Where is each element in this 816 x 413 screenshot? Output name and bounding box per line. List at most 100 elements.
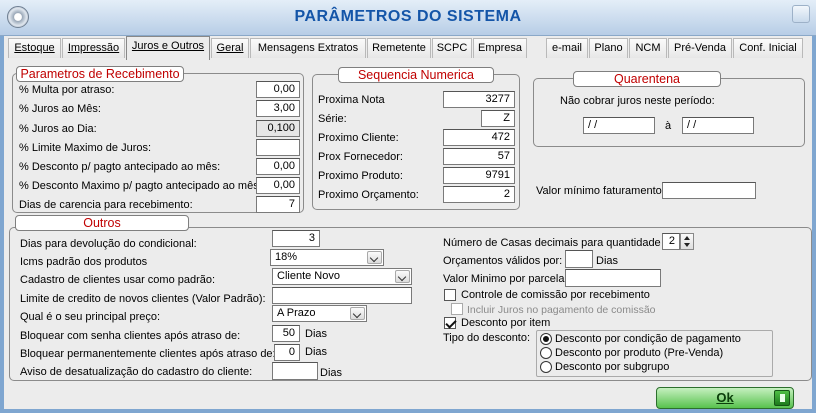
quarentena-separator: à (665, 120, 672, 132)
limite-credito-label: Limite de credito de novos clientes (Val… (20, 293, 266, 305)
tab-label: Mensagens Extratos (257, 42, 359, 54)
nota-field[interactable]: 3277 (443, 91, 515, 108)
tipo-option-label: Desconto por condição de pagamento (555, 333, 741, 345)
bloquear-senha-label: Bloquear com senha clientes após atraso … (20, 330, 241, 342)
multa-field[interactable]: 0,00 (256, 81, 300, 98)
cliente-label: Proximo Cliente: (318, 132, 399, 144)
bloquear-perm-label: Bloquear permanentemente clientes após a… (20, 348, 276, 360)
tab-estoque[interactable]: Estoque (8, 38, 61, 58)
juros-dia-label: % Juros ao Dia: (19, 123, 97, 135)
tab-label: Plano (594, 42, 623, 54)
preco-label: Qual é o seu principal preço: (20, 311, 161, 323)
tab-juros-e-outros[interactable]: Juros e Outros (126, 36, 210, 60)
ok-button[interactable]: Ok (656, 387, 794, 409)
fornecedor-field[interactable]: 57 (443, 148, 515, 165)
desconto-max-field[interactable]: 0,00 (256, 177, 300, 194)
serie-field[interactable]: Z (481, 110, 515, 127)
multa-label: % Multa por atraso: (19, 84, 115, 96)
icms-select[interactable]: 18% (270, 249, 384, 266)
bloquear-perm-field[interactable]: 0 (274, 344, 300, 361)
tab-remetente[interactable]: Remetente (367, 38, 431, 58)
casas-field[interactable]: 2 (662, 233, 680, 250)
exit-door-icon (774, 390, 790, 406)
controle-label: Controle de comissão por recebimento (461, 289, 650, 301)
tab-pre-venda[interactable]: Pré-Venda (668, 38, 732, 58)
desconto-item-label: Desconto por item (461, 317, 551, 329)
cadastro-select[interactable]: Cliente Novo (272, 268, 412, 285)
window-title: PARÂMETROS DO SISTEMA (294, 8, 522, 25)
desconto-field[interactable]: 0,00 (256, 158, 300, 175)
cadastro-label: Cadastro de clientes usar como padrão: (20, 274, 216, 286)
ok-label: Ok (716, 390, 734, 405)
tab-strip: Estoque Impressão Juros e Outros Geral M… (4, 36, 812, 60)
faturamento-field[interactable] (662, 182, 756, 199)
quarentena-date-from[interactable]: / / (583, 117, 655, 134)
orcamento-field[interactable]: 2 (443, 186, 515, 203)
tipo-label: Tipo do desconto: (443, 332, 531, 344)
limite-juros-label: % Limite Maximo de Juros: (19, 142, 152, 154)
valor-minimo-field[interactable] (565, 269, 661, 287)
tipo-radio-subgrupo[interactable] (540, 361, 552, 373)
icms-value: 18% (275, 251, 298, 263)
quarentena-title: Quarentena (573, 71, 721, 87)
aviso-unit: Dias (320, 367, 343, 379)
tab-scpc[interactable]: SCPC (432, 38, 472, 58)
juros-mes-field[interactable]: 3,00 (256, 100, 300, 117)
orcamentos-field[interactable] (565, 250, 593, 268)
incluir-label: Incluir Juros no pagamento de comissão (467, 304, 656, 316)
tab-label: Remetente (372, 42, 426, 54)
tab-label: NCM (635, 42, 661, 54)
nota-label: Proxima Nota (318, 94, 385, 106)
desconto-item-checkbox[interactable] (444, 317, 456, 329)
tipo-radio-condicao[interactable] (540, 333, 552, 345)
serie-label: Série: (318, 113, 347, 125)
tab-empresa[interactable]: Empresa (473, 38, 527, 58)
incluir-checkbox[interactable] (451, 303, 463, 315)
quarentena-date-to[interactable]: / / (682, 117, 754, 134)
icms-label: Icms padrão dos produtos (20, 256, 148, 268)
casas-label: Número de Casas decimais para quantidade (443, 237, 661, 249)
tab-label: Pré-Venda (674, 42, 726, 54)
window-button[interactable] (792, 5, 810, 23)
chevron-down-icon (350, 307, 365, 320)
produto-field[interactable]: 9791 (443, 167, 515, 184)
tab-impressao[interactable]: Impressão (62, 38, 125, 58)
faturamento-label: Valor mínimo faturamento: (536, 185, 665, 197)
bloquear-senha-field[interactable]: 50 (272, 325, 300, 342)
valor-minimo-label: Valor Minimo por parcela: (443, 273, 568, 285)
quantity-stepper[interactable] (680, 233, 694, 250)
outros-title: Outros (15, 215, 189, 231)
tipo-option-label: Desconto por produto (Pre-Venda) (555, 347, 724, 359)
sequencia-title: Sequencia Numerica (338, 67, 494, 83)
recebimento-title: Parametros de Recebimento (16, 66, 184, 82)
tab-label: Juros e Outros (131, 40, 205, 52)
bloquear-perm-unit: Dias (305, 346, 328, 358)
preco-select[interactable]: A Prazo (272, 305, 367, 322)
tipo-radio-produto[interactable] (540, 347, 552, 359)
tab-geral[interactable]: Geral (211, 38, 249, 58)
tab-ncm[interactable]: NCM (629, 38, 667, 58)
tab-label: Estoque (14, 42, 55, 54)
orcamento-label: Proximo Orçamento: (318, 189, 419, 201)
tab-label: Geral (216, 42, 244, 54)
tab-label: e-mail (552, 42, 582, 54)
tab-email[interactable]: e-mail (546, 38, 588, 58)
carencia-field[interactable]: 7 (256, 196, 300, 213)
tab-mensagens-extratos[interactable]: Mensagens Extratos (250, 38, 366, 58)
aviso-label: Aviso de desatualização do cadastro do c… (20, 366, 253, 378)
chevron-down-icon (367, 251, 382, 264)
tab-plano[interactable]: Plano (589, 38, 628, 58)
cliente-field[interactable]: 472 (443, 129, 515, 146)
limite-juros-field[interactable] (256, 139, 300, 156)
controle-checkbox[interactable] (444, 289, 456, 301)
devolucao-field[interactable]: 3 (272, 230, 320, 247)
juros-dia-field[interactable]: 0,100 (256, 120, 300, 137)
tab-conf-inicial[interactable]: Conf. Inicial (733, 38, 803, 58)
devolucao-label: Dias para devolução do condicional: (20, 238, 197, 250)
cadastro-value: Cliente Novo (277, 270, 340, 282)
aviso-field[interactable] (272, 362, 318, 380)
desconto-label: % Desconto p/ pagto antecipado ao mês: (19, 161, 221, 173)
limite-credito-field[interactable] (272, 287, 412, 304)
orcamentos-label: Orçamentos válidos por: (443, 255, 563, 267)
juros-mes-label: % Juros ao Mês: (19, 103, 101, 115)
